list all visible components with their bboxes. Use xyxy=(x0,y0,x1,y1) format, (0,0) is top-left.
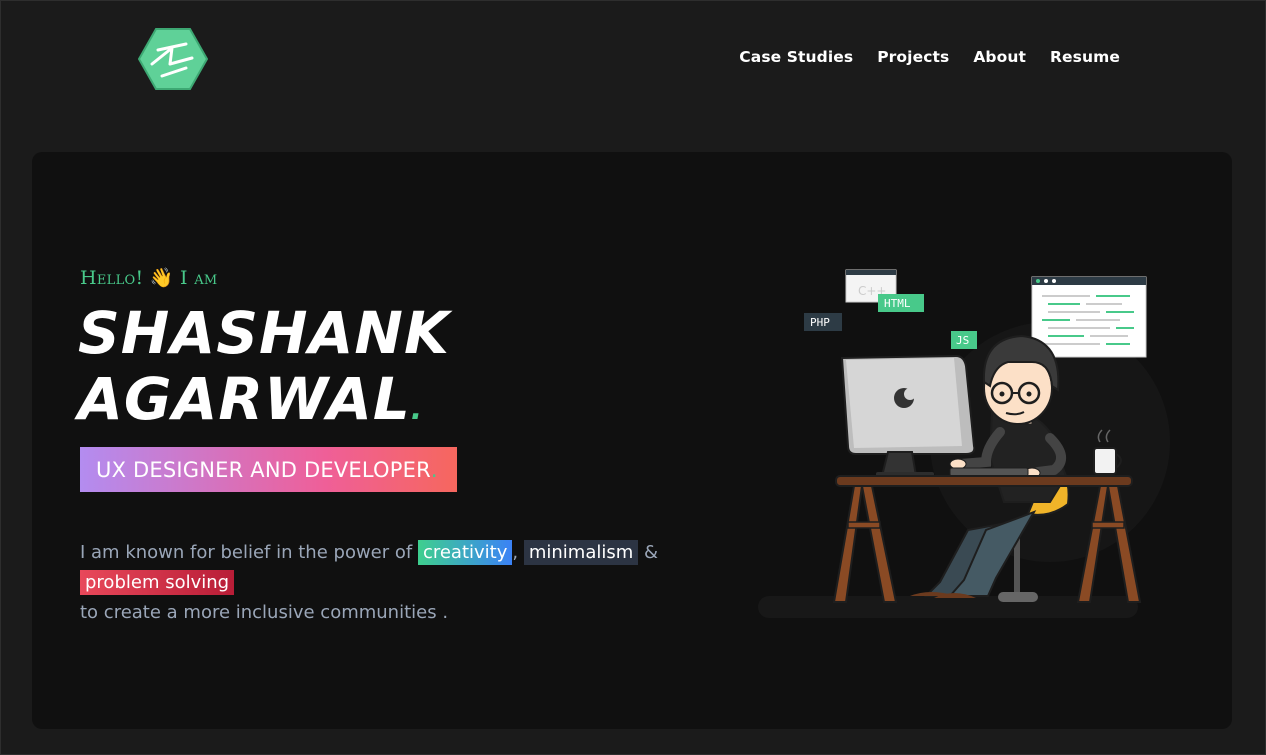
php-label: PHP xyxy=(810,316,830,329)
name-last: AGARWAL xyxy=(78,365,411,433)
nav-resume[interactable]: Resume xyxy=(1050,48,1120,66)
about-lead: I am known for belief in the power of xyxy=(80,542,413,563)
hero-name: SHASHANK AGARWAL. xyxy=(78,300,450,443)
developer-illustration: C++ HTML PHP JS xyxy=(758,269,1170,618)
nav-case-studies[interactable]: Case Studies xyxy=(739,48,853,66)
role-badge: UX DESIGNER AND DEVELOPER. xyxy=(80,447,457,492)
about-sep: , xyxy=(512,542,519,563)
about-tail: to create a more inclusive communities . xyxy=(80,602,449,623)
role-text: UX DESIGNER AND DEVELOPER xyxy=(96,457,431,482)
about-amp: & xyxy=(644,542,659,563)
html-tag: HTML xyxy=(878,294,924,312)
html-label: HTML xyxy=(884,297,911,310)
highlight-problem-solving: problem solving xyxy=(80,570,235,595)
role-dot: . xyxy=(430,457,438,482)
name-dot: . xyxy=(410,392,424,427)
about-text: I am known for belief in the power of cr… xyxy=(80,538,740,628)
js-tag: JS xyxy=(951,331,977,349)
code-window xyxy=(1031,276,1147,358)
js-label: JS xyxy=(956,334,969,347)
php-tag: PHP xyxy=(804,313,842,331)
name-first: SHASHANK xyxy=(78,299,450,367)
main-nav: Case Studies Projects About Resume xyxy=(739,48,1120,66)
greeting: Hello! 👋 I am xyxy=(80,267,218,289)
nav-about[interactable]: About xyxy=(973,48,1026,66)
logo-icon[interactable] xyxy=(138,28,208,90)
highlight-creativity: creativity xyxy=(417,540,513,565)
highlight-minimalism: minimalism xyxy=(523,540,639,565)
nav-projects[interactable]: Projects xyxy=(877,48,949,66)
